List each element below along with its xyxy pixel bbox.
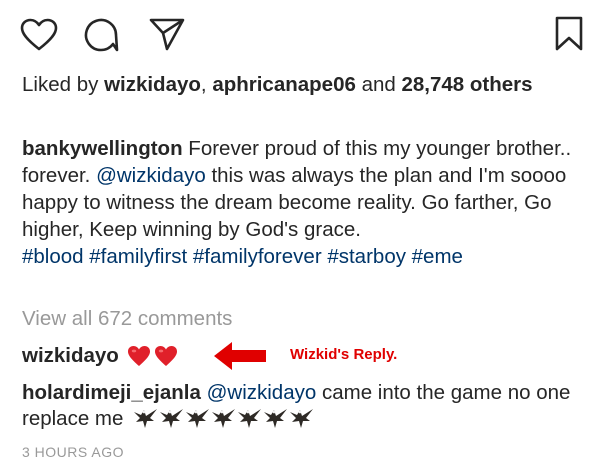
comment-emoji-group — [133, 407, 314, 429]
liker-username-2[interactable]: aphricanape06 — [212, 73, 356, 96]
red-heart-icon — [127, 346, 150, 366]
eagle-icon — [186, 409, 210, 428]
caption-hashtags[interactable]: #blood #familyfirst #familyforever #star… — [22, 245, 463, 268]
likes-and: and — [355, 73, 402, 96]
eagle-icon — [134, 409, 158, 428]
comment-icon[interactable] — [83, 17, 119, 53]
likes-prefix: Liked by — [22, 73, 105, 96]
post-caption: bankywellington Forever proud of this my… — [22, 135, 582, 270]
likes-summary: Liked by wizkidayo, aphricanape06 and 28… — [22, 72, 582, 98]
post-timestamp: 3 HOURS AGO — [22, 444, 124, 460]
bookmark-icon[interactable] — [554, 16, 584, 52]
eagle-icon — [212, 409, 236, 428]
comment-holardimeji: holardimeji_ejanla @wizkidayo came into … — [22, 380, 582, 432]
liker-username-1[interactable]: wizkidayo — [104, 73, 201, 96]
caption-mention[interactable]: @wizkidayo — [96, 164, 206, 187]
eagle-icon — [264, 409, 288, 428]
eagle-icon — [238, 409, 262, 428]
comment-reply: wizkidayo — [22, 342, 178, 370]
eagle-icon — [290, 409, 314, 428]
share-icon[interactable] — [148, 16, 186, 52]
comment-username[interactable]: holardimeji_ejanla — [22, 381, 201, 404]
comment-mention[interactable]: @wizkidayo — [207, 381, 317, 404]
likes-separator: , — [200, 73, 213, 96]
annotation-label: Wizkid's Reply. — [290, 346, 398, 363]
view-all-comments-link[interactable]: View all 672 comments — [22, 306, 232, 332]
heart-outline-icon[interactable] — [20, 18, 58, 52]
caption-username[interactable]: bankywellington — [22, 137, 183, 160]
comment-emoji-group — [127, 345, 178, 367]
likes-count[interactable]: 28,748 others — [402, 73, 533, 96]
post-action-bar — [0, 0, 604, 64]
red-heart-icon — [154, 346, 177, 366]
comment-username[interactable]: wizkidayo — [22, 342, 119, 370]
eagle-icon — [160, 409, 184, 428]
annotation-arrow-icon — [214, 342, 266, 370]
